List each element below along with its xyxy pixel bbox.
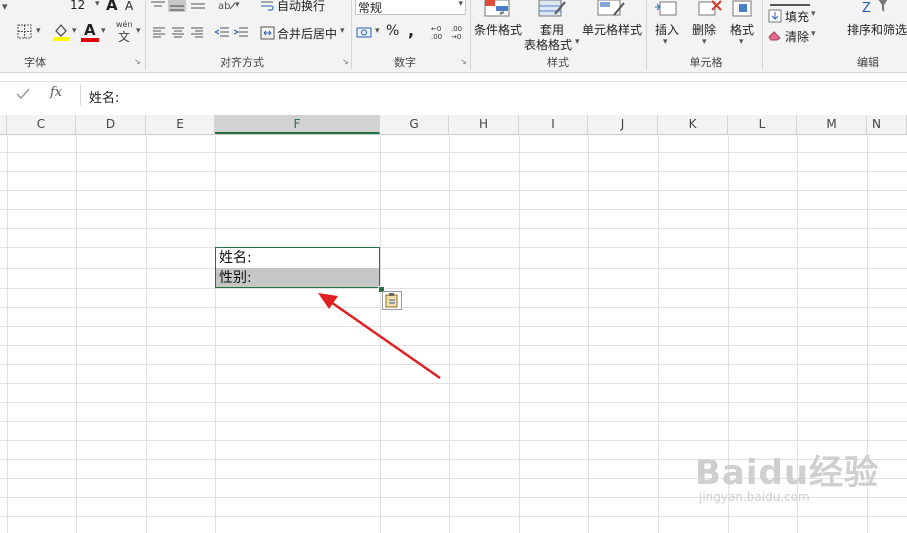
watermark-url: jingyan.baidu.com (699, 490, 810, 504)
baidu-jingyan-watermark: Baidu经验 jingyan.baidu.com (695, 445, 880, 504)
watermark-brand: Baidu经验 (695, 453, 880, 493)
